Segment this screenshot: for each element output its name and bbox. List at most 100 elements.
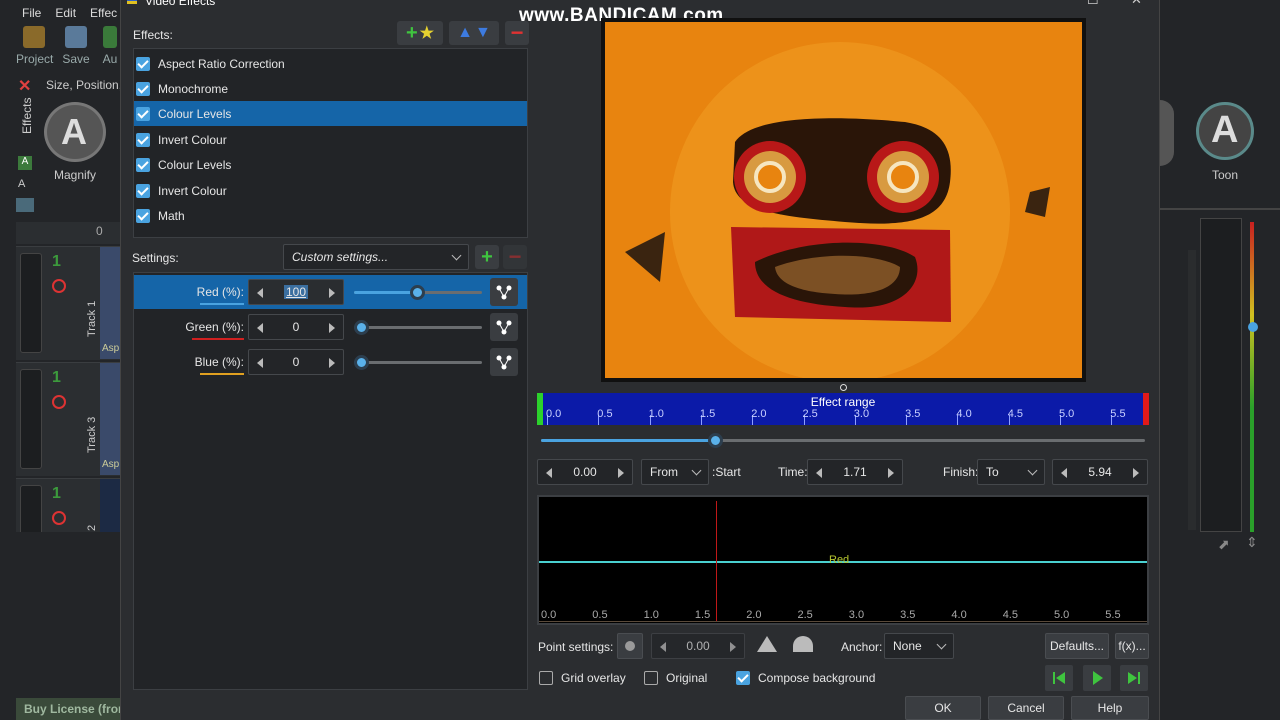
magnify-thumbnail[interactable]: A	[44, 102, 106, 162]
text-effect-icon[interactable]: A	[18, 156, 32, 170]
pin-icon[interactable]: ⬈	[1218, 536, 1230, 553]
increment-icon[interactable]	[618, 468, 624, 478]
increment-icon[interactable]	[888, 468, 894, 478]
mute-icon[interactable]	[52, 511, 66, 525]
close-icon[interactable]: ✕	[18, 76, 31, 96]
maximize-icon[interactable]: ☐	[1087, 0, 1099, 8]
buy-license-button[interactable]: Buy License (from	[16, 698, 120, 720]
effect-item[interactable]: Aspect Ratio Correction	[134, 51, 527, 76]
add-effect-button[interactable]: + ★	[397, 21, 443, 45]
decrement-icon[interactable]	[546, 468, 552, 478]
effect-item[interactable]: Colour Levels	[134, 152, 527, 177]
resize-icon[interactable]: ⇕	[1246, 534, 1258, 551]
image-icon[interactable]	[16, 198, 34, 212]
menu-edit[interactable]: Edit	[55, 6, 76, 24]
go-to-end-button[interactable]	[1120, 665, 1148, 691]
close-dialog-icon[interactable]: ✕	[1131, 0, 1142, 8]
increment-icon[interactable]	[329, 288, 335, 298]
menu-effects[interactable]: Effec	[90, 6, 117, 24]
effect-checkbox[interactable]	[136, 81, 150, 96]
remove-effect-button[interactable]: −	[505, 21, 529, 45]
anchor-dropdown[interactable]: None	[884, 633, 954, 659]
effect-checkbox[interactable]	[136, 106, 150, 121]
green-slider[interactable]	[354, 320, 482, 335]
ok-button[interactable]: OK	[905, 696, 981, 720]
effect-checkbox[interactable]	[136, 208, 150, 223]
increment-icon[interactable]	[329, 358, 335, 368]
remove-preset-button[interactable]: −	[503, 245, 527, 269]
blue-value-input[interactable]: 0	[248, 349, 344, 375]
move-up-icon[interactable]: ▲	[457, 24, 473, 42]
track-clip[interactable]: Asp	[100, 247, 120, 359]
help-button[interactable]: Help	[1071, 696, 1149, 720]
green-value-input[interactable]: 0	[248, 314, 344, 340]
effect-item[interactable]: Monochrome	[134, 76, 527, 101]
decrement-icon[interactable]	[816, 468, 822, 478]
red-keyframe-button[interactable]	[490, 278, 518, 306]
save-button[interactable]: Save	[58, 24, 94, 70]
blue-slider-knob[interactable]	[354, 355, 369, 370]
track-clip[interactable]: Asp	[100, 363, 120, 475]
cancel-button[interactable]: Cancel	[988, 696, 1064, 720]
keyframe-graph[interactable]: Red 0.0 0.5 1.0 1.5 2.0 2.5 3.0 3.5 4.0 4.5 5.0 5.5	[537, 495, 1149, 625]
fx-button[interactable]: f(x)...	[1115, 633, 1149, 659]
increment-icon[interactable]	[730, 642, 736, 652]
red-value-input[interactable]: 100	[248, 279, 344, 305]
decrement-icon[interactable]	[257, 358, 263, 368]
project-button[interactable]: Project	[16, 24, 53, 70]
mute-icon[interactable]	[52, 279, 66, 293]
defaults-button[interactable]: Defaults...	[1045, 633, 1109, 659]
add-button[interactable]: Au	[100, 24, 120, 70]
effect-item[interactable]: Invert Colour	[134, 127, 527, 152]
finish-value-input[interactable]: 5.94	[1052, 459, 1148, 485]
effect-checkbox[interactable]	[136, 132, 150, 147]
scrollbar[interactable]	[1188, 250, 1196, 530]
original-checkbox[interactable]	[644, 671, 658, 685]
green-slider-knob[interactable]	[354, 320, 369, 335]
original-option[interactable]: Original	[644, 671, 707, 685]
track-volume-slider[interactable]	[20, 369, 42, 469]
peak-smooth-icon[interactable]	[793, 636, 813, 652]
effect-item[interactable]: Math	[134, 203, 527, 228]
blue-slider[interactable]	[354, 355, 482, 370]
point-type-button[interactable]	[617, 633, 643, 659]
increment-icon[interactable]	[329, 323, 335, 333]
blue-keyframe-button[interactable]	[490, 348, 518, 376]
thumbnail-partial[interactable]	[1160, 100, 1174, 166]
track-volume-slider[interactable]	[20, 485, 42, 532]
effect-checkbox[interactable]	[136, 56, 150, 71]
effects-side-tab[interactable]: Effects	[20, 98, 34, 134]
decrement-icon[interactable]	[257, 323, 263, 333]
menu-file[interactable]: File	[22, 6, 41, 24]
volume-knob[interactable]	[1248, 322, 1258, 332]
text-icon[interactable]: A	[18, 178, 25, 190]
grid-overlay-checkbox[interactable]	[539, 671, 553, 685]
increment-icon[interactable]	[1133, 468, 1139, 478]
play-button[interactable]	[1083, 665, 1111, 691]
point-value-input[interactable]: 0.00	[651, 633, 745, 659]
compose-background-option[interactable]: Compose background	[736, 671, 875, 685]
decrement-icon[interactable]	[660, 642, 666, 652]
toon-thumbnail[interactable]: A	[1196, 102, 1254, 160]
start-value-input[interactable]: 0.00	[537, 459, 633, 485]
add-preset-button[interactable]: +	[475, 245, 499, 269]
effect-checkbox[interactable]	[136, 183, 150, 198]
effect-item-selected[interactable]: Colour Levels	[134, 101, 527, 126]
effect-item[interactable]: Invert Colour	[134, 178, 527, 203]
effect-range-bar[interactable]: Effect range 0.0 0.5 1.0 1.5 2.0 2.5 3.0 3.5 4.0…	[537, 393, 1149, 425]
video-preview[interactable]	[601, 18, 1086, 382]
red-slider[interactable]	[354, 285, 482, 300]
time-slider-knob[interactable]	[708, 433, 724, 448]
time-value-input[interactable]: 1.71	[807, 459, 903, 485]
decrement-icon[interactable]	[257, 288, 263, 298]
go-to-start-button[interactable]	[1045, 665, 1073, 691]
from-dropdown[interactable]: From	[641, 459, 709, 485]
grid-overlay-option[interactable]: Grid overlay	[539, 671, 626, 685]
move-down-icon[interactable]: ▼	[475, 24, 491, 42]
settings-preset-dropdown[interactable]: Custom settings...	[283, 244, 469, 270]
decrement-icon[interactable]	[1061, 468, 1067, 478]
effect-checkbox[interactable]	[136, 157, 150, 172]
peak-sharp-icon[interactable]	[757, 636, 777, 652]
track-clip[interactable]	[100, 479, 120, 532]
track-volume-slider[interactable]	[20, 253, 42, 353]
